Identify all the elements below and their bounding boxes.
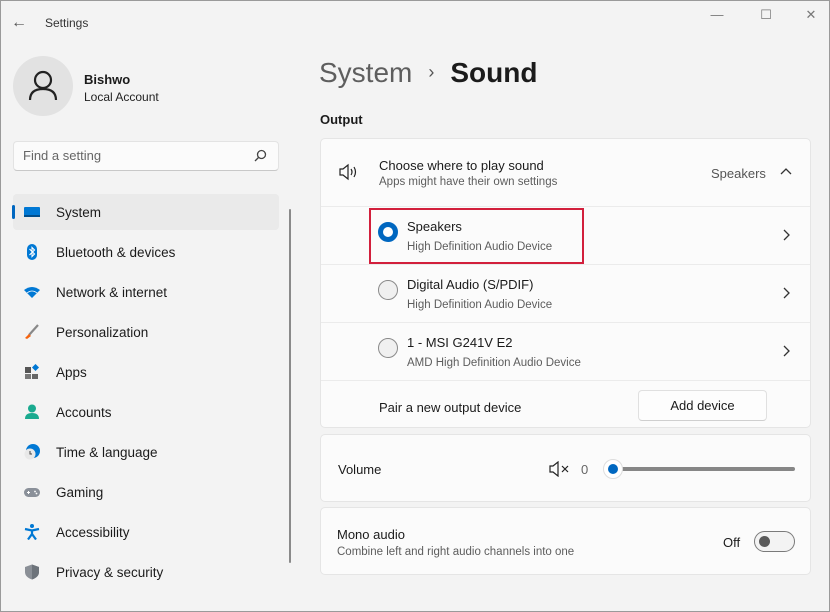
sidebar-item-network[interactable]: Network & internet [13,274,279,310]
device-description: AMD High Definition Audio Device [407,357,581,369]
device-name: 1 - MSI G241V E2 [407,335,513,350]
sidebar-item-label: Privacy & security [56,565,164,580]
chevron-right-icon[interactable] [781,345,791,357]
toggle-knob [759,536,770,547]
pair-device-label: Pair a new output device [379,400,522,415]
sidebar-item-label: Bluetooth & devices [56,245,176,260]
sidebar-item-label: Apps [56,365,87,380]
sidebar-item-accessibility[interactable]: Accessibility [13,514,279,550]
accessibility-icon [24,524,40,540]
search-input[interactable] [23,148,243,163]
volume-label: Volume [338,462,382,477]
device-row-msi[interactable]: 1 - MSI G241V E2 AMD High Definition Aud… [321,322,810,380]
sidebar-item-time-language[interactable]: Time & language [13,434,279,470]
mono-audio-subtitle: Combine left and right audio channels in… [337,546,575,558]
bluetooth-icon [27,244,37,260]
sidebar-scrollbar[interactable] [289,209,291,563]
sidebar-item-label: Accessibility [56,525,130,540]
account-type: Local Account [84,90,159,104]
shield-icon [25,564,39,580]
output-card: Choose where to play sound Apps might ha… [320,138,811,428]
avatar [13,56,73,116]
selected-device-value: Speakers [711,166,766,181]
sidebar-item-label: Time & language [56,445,158,460]
breadcrumb-chevron-icon: › [428,62,435,82]
sidebar-item-personalization[interactable]: Personalization [13,314,279,350]
title-bar: ← Settings — ☐ ✕ [1,1,829,45]
chooser-title: Choose where to play sound [379,158,544,173]
sidebar-item-label: Network & internet [56,285,168,300]
sidebar-item-label: Personalization [56,325,149,340]
breadcrumb: System › Sound [319,57,537,89]
chevron-right-icon[interactable] [781,229,791,241]
chevron-up-icon[interactable] [780,167,792,177]
highlight-box [369,208,584,264]
app-title: Settings [45,16,89,30]
volume-slider-track[interactable] [613,467,795,471]
section-output-label: Output [320,112,363,127]
sidebar-item-bluetooth[interactable]: Bluetooth & devices [13,234,279,270]
search-icon[interactable] [252,148,268,164]
brush-icon [25,324,39,339]
sidebar-item-label: System [56,205,102,220]
sidebar-item-apps[interactable]: Apps [13,354,279,390]
mono-audio-toggle[interactable] [754,531,795,552]
radio-msi[interactable] [378,338,398,358]
device-description: High Definition Audio Device [407,299,553,311]
volume-slider-thumb[interactable] [603,459,623,479]
close-button[interactable]: ✕ [791,7,830,27]
active-indicator [12,205,15,219]
sidebar-item-accounts[interactable]: Accounts [13,394,279,430]
sidebar-item-privacy-security[interactable]: Privacy & security [13,554,279,590]
output-chooser-header[interactable]: Choose where to play sound Apps might ha… [321,139,810,206]
device-name: Digital Audio (S/PDIF) [407,277,534,292]
sidebar-item-gaming[interactable]: Gaming [13,474,279,510]
gaming-icon [24,488,40,497]
radio-digital-audio[interactable] [378,280,398,300]
speaker-muted-icon[interactable] [549,461,571,477]
page-title: Sound [450,57,538,88]
search-box[interactable] [13,141,279,171]
system-icon [24,207,40,217]
mono-audio-card: Mono audio Combine left and right audio … [320,507,811,575]
speaker-icon [339,163,357,181]
wifi-icon [24,287,40,298]
apps-icon [25,364,40,379]
user-name: Bishwo [84,72,131,87]
device-row-digital-audio[interactable]: Digital Audio (S/PDIF) High Definition A… [321,264,810,322]
sidebar-item-system[interactable]: System [12,194,279,230]
add-device-button[interactable]: Add device [638,390,767,421]
back-arrow-icon[interactable]: ← [11,13,31,33]
mono-audio-title: Mono audio [337,527,405,542]
chooser-subtitle: Apps might have their own settings [379,176,558,188]
time-language-icon [24,444,40,460]
volume-value: 0 [581,462,589,477]
mono-audio-state: Off [723,535,741,550]
sidebar-item-label: Gaming [56,485,104,500]
sidebar-nav: System Bluetooth & devices Network & int… [12,194,279,594]
sidebar-item-label: Accounts [56,405,112,420]
user-icon [28,70,58,101]
pair-device-row: Pair a new output device Add device [321,380,810,429]
minimize-button[interactable]: — [697,7,737,27]
breadcrumb-parent[interactable]: System [319,57,412,88]
settings-window: ← Settings — ☐ ✕ Bishwo Local Account Sy… [0,0,830,612]
maximize-button[interactable]: ☐ [746,7,786,27]
accounts-icon [25,404,39,419]
chevron-right-icon[interactable] [781,287,791,299]
